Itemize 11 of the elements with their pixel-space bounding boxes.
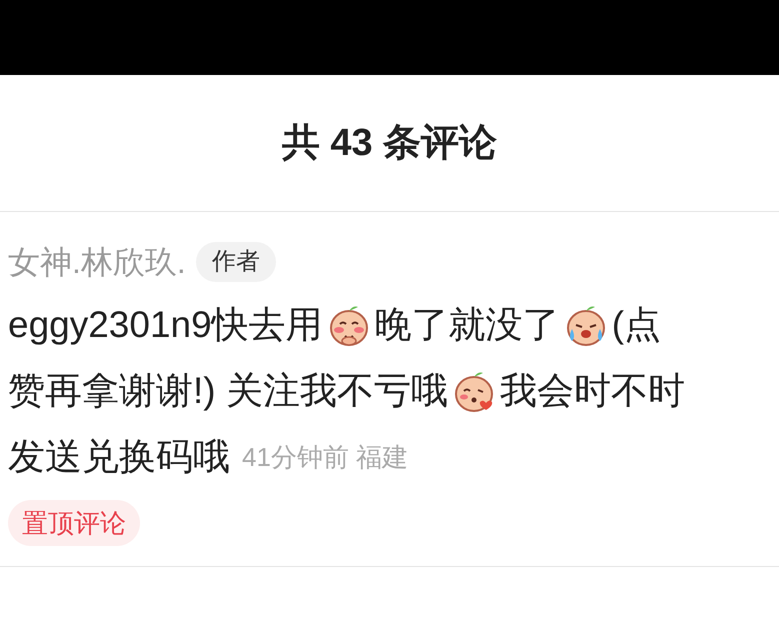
author-badge: 作者 <box>196 242 276 282</box>
comment-meta: 41分钟前 福建 <box>242 441 408 474</box>
comment-text: 发送兑换码哦 <box>8 435 230 479</box>
pinned-badge: 置顶评论 <box>8 500 140 546</box>
comment-text: (点 <box>612 303 662 347</box>
comment-text: eggy2301n9快去用 <box>8 303 323 347</box>
comment-text: 晚了就没了 <box>374 303 560 347</box>
comment-text: 我会时不时 <box>500 369 685 413</box>
comments-title: 共 43 条评论 <box>282 120 498 166</box>
comment-text: 赞再拿谢谢!) 关注我不亏哦 <box>8 369 448 413</box>
username[interactable]: 女神.林欣玖. <box>8 238 186 286</box>
